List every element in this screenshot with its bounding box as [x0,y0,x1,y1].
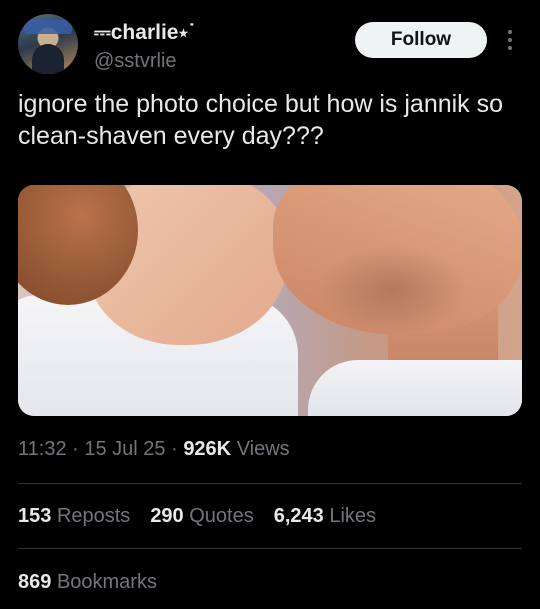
tweet-meta: 11:32 · 15 Jul 25 · 926K Views [18,438,290,461]
tweet-date[interactable]: 15 Jul 25 [84,438,165,460]
quotes-count: 290 [150,505,184,527]
avatar[interactable] [18,14,78,74]
engagement-stats: 153 Reposts 290 Quotes 6,243 Likes [18,505,376,528]
reposts-label: Reposts [56,505,131,527]
divider [18,483,522,484]
tweet-photo[interactable] [18,185,522,416]
tweet-text: ignore the photo choice but how is janni… [18,90,504,150]
bookmarks-count: 869 [18,571,52,593]
likes-label: Likes [329,505,377,527]
bookmarks-label: Bookmarks [56,571,157,593]
bookmarks-stat[interactable]: 869 Bookmarks [18,571,157,594]
divider [18,548,522,549]
quotes-stat[interactable]: 290 Quotes [150,505,253,528]
views-count: 926K [183,438,232,460]
more-options-icon[interactable] [502,25,518,55]
follow-button[interactable]: Follow [355,22,487,58]
display-name[interactable]: ⎓charlie⋆˙ [94,21,195,45]
photo-right-stubble [318,245,468,335]
quotes-label: Quotes [189,505,254,527]
likes-stat[interactable]: 6,243 Likes [274,505,376,528]
meta-separator: · [171,438,184,460]
tweet-time[interactable]: 11:32 [18,438,67,460]
reposts-stat[interactable]: 153 Reposts [18,505,130,528]
reposts-count: 153 [18,505,52,527]
handle[interactable]: @sstvrlie [94,50,177,73]
tweet-header: ⎓charlie⋆˙ @sstvrlie Follow [16,12,524,76]
photo-right-shirt [308,360,522,416]
likes-count: 6,243 [273,505,324,527]
views-label: Views [236,438,290,460]
meta-separator: · [72,438,85,460]
